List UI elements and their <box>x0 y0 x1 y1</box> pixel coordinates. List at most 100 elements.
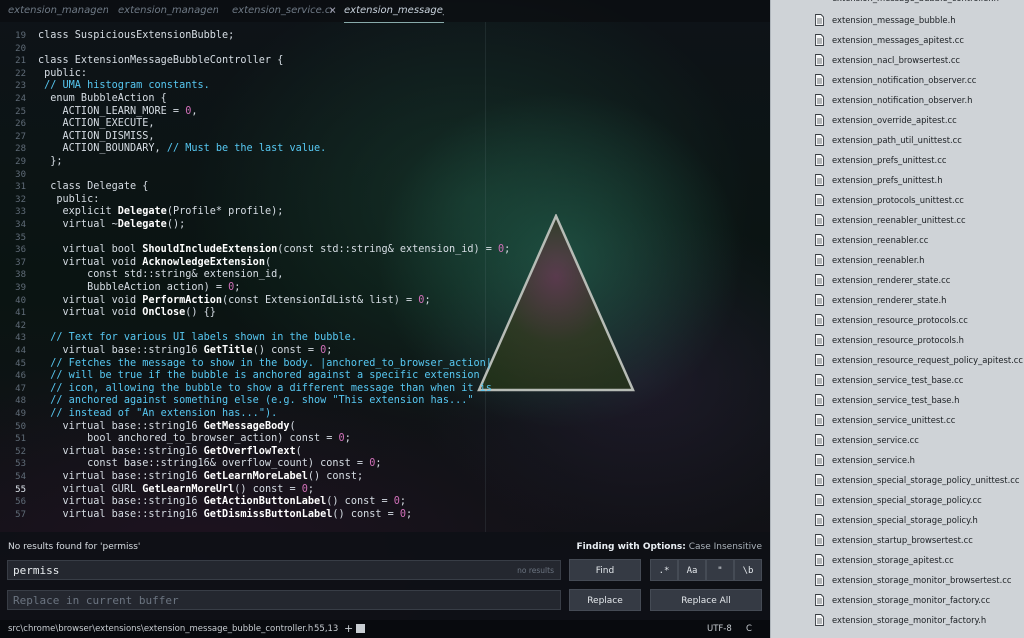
grammar-label[interactable]: C <box>746 620 752 638</box>
case-sensitive-toggle-button[interactable]: Aa <box>678 559 706 581</box>
git-icon[interactable] <box>356 624 365 633</box>
plus-icon[interactable]: + <box>344 620 353 638</box>
file-tree-item[interactable]: extension_resource_protocols.cc <box>771 311 1024 331</box>
line-number: 28 <box>15 144 26 155</box>
file-tree-item[interactable]: extension_service_test_base.h <box>771 391 1024 411</box>
code-text: ACTION_EXECUTE, <box>38 118 155 130</box>
file-tree-item[interactable]: extension_special_storage_policy_unittes… <box>771 471 1024 491</box>
file-tree-item[interactable]: extension_notification_observer.cc <box>771 71 1024 91</box>
tab-extension-service[interactable]: extension_service.cc <box>232 0 332 22</box>
file-icon <box>815 114 824 126</box>
line-number: 27 <box>15 131 26 142</box>
file-tree-item[interactable]: extension_override_apitest.cc <box>771 111 1024 131</box>
file-tree-item[interactable]: extension_special_storage_policy.cc <box>771 491 1024 511</box>
replace-all-button[interactable]: Replace All <box>650 589 762 611</box>
line-number: 48 <box>15 396 26 407</box>
cursor-position[interactable]: 55,13 <box>314 620 338 638</box>
replace-button[interactable]: Replace <box>569 589 641 611</box>
file-tree-item[interactable]: extension_service_unittest.cc <box>771 411 1024 431</box>
file-tree-item[interactable]: extension_resource_request_policy_apites… <box>771 351 1024 371</box>
file-tree-item[interactable]: extension_service_test_base.cc <box>771 371 1024 391</box>
code-editor[interactable]: 19 class SuspiciousExtensionBubble; 20 21 cl… <box>0 30 770 530</box>
file-tree-item[interactable]: extension_resource_protocols.h <box>771 331 1024 351</box>
file-tree-item[interactable]: extension_storage_monitor_factory.h <box>771 611 1024 631</box>
code-text: virtual void OnClose() {} <box>38 307 216 319</box>
file-icon <box>815 554 824 566</box>
code-text: const base::string16& overflow_count) co… <box>38 458 382 470</box>
file-name: extension_prefs_unittest.cc <box>832 155 947 165</box>
file-tree-item[interactable]: extension_storage_apitest.cc <box>771 551 1024 571</box>
file-tree-item[interactable]: extension_protocols_unittest.cc <box>771 191 1024 211</box>
code-text: class ExtensionMessageBubbleController { <box>38 55 284 67</box>
file-tree-item[interactable]: extension_messages_apitest.cc <box>771 31 1024 51</box>
file-name: extension_service_unittest.cc <box>832 415 956 425</box>
file-name: extension_service.h <box>832 455 915 465</box>
file-name: extension_message_bubble_controller.h <box>832 0 999 3</box>
file-tree-item[interactable]: extension_path_util_unittest.cc <box>771 131 1024 151</box>
line-number: 40 <box>15 295 26 306</box>
code-text: // UMA histogram constants. <box>44 80 210 92</box>
no-results-hint: no results <box>517 566 554 575</box>
file-icon <box>815 394 824 406</box>
code-text: explicit Delegate(Profile* profile); <box>38 206 284 218</box>
file-tree-item[interactable]: extension_reenabler.h <box>771 251 1024 271</box>
file-tree-item[interactable]: extension_service.cc <box>771 431 1024 451</box>
file-tree-item[interactable]: extension_renderer_state.h <box>771 291 1024 311</box>
file-icon <box>815 214 824 226</box>
file-name: extension_message_bubble.h <box>832 15 956 25</box>
tab-extension-management-2[interactable]: extension_management <box>118 0 218 22</box>
code-text: ACTION_LEARN_MORE = 0, <box>38 105 198 117</box>
whole-word-toggle-button[interactable]: \b <box>734 559 762 581</box>
find-button[interactable]: Find <box>569 559 641 581</box>
file-icon <box>815 434 824 446</box>
line-number: 41 <box>15 308 26 319</box>
code-text: virtual base::string16 GetDismissButtonL… <box>38 508 413 520</box>
file-tree-item[interactable]: extension_storage_monitor_browsertest.cc <box>771 571 1024 591</box>
file-tree-item[interactable]: extension_prefs_unittest.h <box>771 171 1024 191</box>
in-selection-toggle-button[interactable]: " <box>706 559 734 581</box>
file-tree-item[interactable]: extension_prefs_unittest.cc <box>771 151 1024 171</box>
file-name: extension_service_test_base.h <box>832 395 960 405</box>
file-name: extension_renderer_state.h <box>832 295 947 305</box>
file-tree-item[interactable]: extension_startup_browsertest.cc <box>771 531 1024 551</box>
file-name: extension_service_test_base.cc <box>832 375 964 385</box>
find-input[interactable]: permiss no results <box>7 560 561 580</box>
file-tree-item[interactable]: extension_special_storage_policy.h <box>771 511 1024 531</box>
file-icon <box>815 14 824 26</box>
tab-close-icon[interactable]: × <box>329 0 336 22</box>
code-text: class SuspiciousExtensionBubble; <box>38 30 235 41</box>
line-number: 38 <box>15 270 26 281</box>
tab-extension-management-1[interactable]: extension_management <box>8 0 108 22</box>
file-name: extension_renderer_state.cc <box>832 275 951 285</box>
file-tree-item[interactable]: extension_storage_monitor_factory.cc <box>771 591 1024 611</box>
file-tree-item[interactable]: extension_renderer_state.cc <box>771 271 1024 291</box>
regex-toggle-button[interactable]: .* <box>650 559 678 581</box>
file-icon <box>815 74 824 86</box>
file-name: extension_resource_request_policy_apites… <box>832 355 1024 365</box>
file-tree-item[interactable]: extension_nacl_browsertest.cc <box>771 51 1024 71</box>
file-name: extension_service.cc <box>832 435 919 445</box>
file-name: extension_reenabler.h <box>832 255 925 265</box>
file-tree-item[interactable]: extension_reenabler.cc <box>771 231 1024 251</box>
encoding-label[interactable]: UTF-8 <box>707 620 732 638</box>
file-icon <box>815 334 824 346</box>
file-tree-item[interactable]: extension_message_bubble.h <box>771 11 1024 31</box>
file-name: extension_startup_browsertest.cc <box>832 535 973 545</box>
line-number: 53 <box>15 459 26 470</box>
line-number: 52 <box>15 446 26 457</box>
file-icon <box>815 134 824 146</box>
line-number: 54 <box>15 472 26 482</box>
file-icon <box>815 34 824 46</box>
file-icon <box>815 494 824 506</box>
file-tree-item[interactable]: extension_notification_observer.h <box>771 91 1024 111</box>
line-number: 32 <box>15 194 26 205</box>
tab-extension-message-active[interactable]: extension_message_... <box>344 0 444 23</box>
replace-input[interactable]: Replace in current buffer <box>7 590 561 610</box>
file-icon <box>815 474 824 486</box>
file-tree-item[interactable]: extension_service.h <box>771 451 1024 471</box>
file-icon <box>815 534 824 546</box>
file-tree-item[interactable]: extension_reenabler_unittest.cc <box>771 211 1024 231</box>
code-text: virtual base::string16 GetLearnMoreLabel… <box>38 471 364 482</box>
file-tree-item[interactable]: extension_message_bubble_controller.h <box>771 0 1024 6</box>
line-number: 45 <box>15 358 26 369</box>
